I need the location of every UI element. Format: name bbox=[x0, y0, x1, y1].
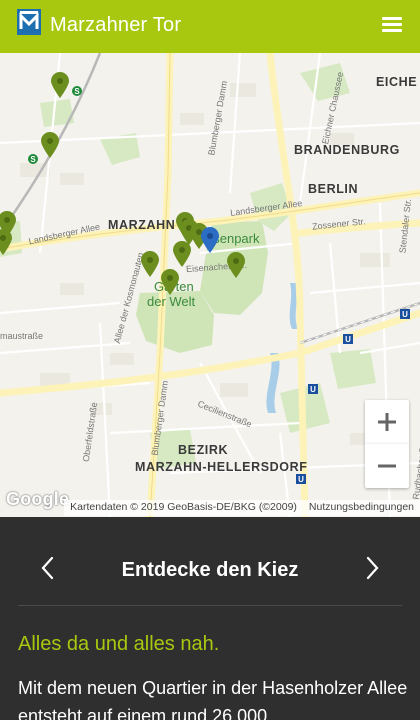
panel-divider bbox=[18, 605, 402, 606]
carousel-header: Entdecke den Kiez bbox=[0, 517, 420, 605]
hamburger-menu-icon[interactable] bbox=[382, 17, 402, 33]
zoom-out-button[interactable] bbox=[365, 444, 409, 488]
map-pin-active[interactable] bbox=[201, 227, 219, 253]
svg-text:S: S bbox=[30, 155, 36, 164]
google-logo[interactable]: Google bbox=[6, 489, 69, 510]
carousel-title: Entdecke den Kiez bbox=[121, 559, 299, 581]
map-label-berlin: BERLIN bbox=[308, 182, 359, 196]
svg-text:S: S bbox=[74, 87, 80, 96]
map-label-brandenburg: BRANDENBURG bbox=[294, 143, 400, 157]
section-headline: Alles da und alles nah. bbox=[18, 633, 220, 655]
map-view[interactable]: S S U U U U EICHE BRANDENBURG BERLIN MAR… bbox=[0, 53, 420, 517]
minus-icon bbox=[378, 464, 396, 468]
brand-title[interactable]: Marzahner Tor bbox=[50, 14, 181, 37]
map-pin[interactable] bbox=[227, 252, 245, 278]
map-label-marzahn: MARZAHN bbox=[108, 218, 176, 232]
map-pin[interactable] bbox=[161, 269, 179, 295]
map-pin[interactable] bbox=[0, 229, 12, 255]
marzahner-tor-logo[interactable] bbox=[17, 9, 41, 35]
map-pin[interactable] bbox=[141, 251, 159, 277]
map-label-bezirk: BEZIRK bbox=[178, 443, 229, 457]
street-label-mausstrasse: maustraße bbox=[0, 331, 44, 341]
svg-text:U: U bbox=[402, 310, 408, 319]
park-label-gaerten-line2: der Welt bbox=[147, 294, 196, 309]
terms-link[interactable]: Nutzungsbedingungen bbox=[309, 501, 414, 513]
zoom-in-button[interactable] bbox=[365, 400, 409, 444]
map-pin[interactable] bbox=[173, 241, 191, 267]
svg-text:U: U bbox=[310, 385, 316, 394]
plus-icon bbox=[378, 413, 396, 431]
app-header: Marzahner Tor bbox=[0, 0, 420, 53]
map-pin[interactable] bbox=[51, 72, 69, 98]
attribution-text: Kartendaten © 2019 GeoBasis-DE/BKG (©200… bbox=[70, 501, 297, 513]
map-label-eiche: EICHE bbox=[376, 75, 418, 89]
section-body-text: Mit dem neuen Quartier in der Hasenholze… bbox=[18, 678, 408, 720]
svg-text:U: U bbox=[298, 475, 304, 484]
svg-text:U: U bbox=[345, 335, 351, 344]
chevron-right-icon[interactable] bbox=[364, 555, 380, 581]
map-label-marzahn-hellersdorf: MARZAHN-HELLERSDORF bbox=[135, 460, 308, 474]
map-attribution: Kartendaten © 2019 GeoBasis-DE/BKG (©200… bbox=[64, 500, 420, 516]
map-pin[interactable] bbox=[41, 132, 59, 158]
info-panel: Entdecke den Kiez Alles da und alles nah… bbox=[0, 517, 420, 720]
